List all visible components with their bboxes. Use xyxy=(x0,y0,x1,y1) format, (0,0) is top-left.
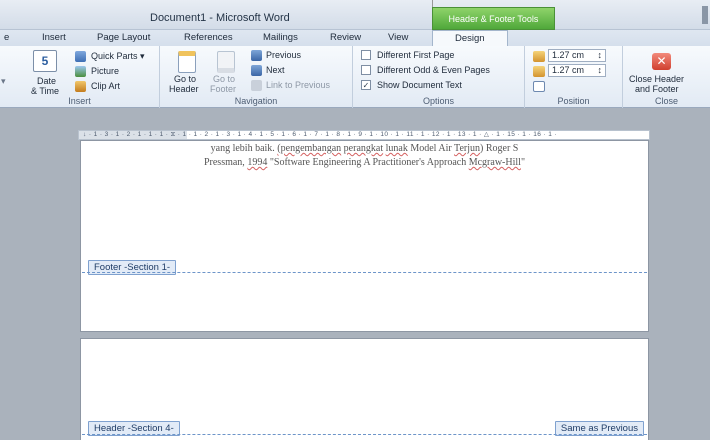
group-label-close: Close xyxy=(654,96,678,106)
group-close: ✕ Close Header and Footer Close xyxy=(623,46,710,108)
go-to-header-label-2[interactable]: Header xyxy=(169,84,199,94)
footer-position-icon xyxy=(533,66,545,77)
chevron-down-icon[interactable]: ▾ xyxy=(1,76,6,87)
close-header-footer-label-2[interactable]: and Footer xyxy=(635,84,679,94)
ruler-ticks: ↓ · 1 · 3 · 1 · 2 · 1 · 1 · 1 · ⧖ · 1 · … xyxy=(83,131,558,138)
group-navigation: Go to Header Go to Footer Previous Next … xyxy=(160,46,353,108)
header-from-top-value: 1.27 cm xyxy=(552,50,585,60)
clip-art-icon[interactable] xyxy=(75,81,86,92)
text-run: yang lebih baik. xyxy=(210,143,278,154)
quick-parts-icon[interactable] xyxy=(75,51,86,62)
tab-mailings[interactable]: Mailings xyxy=(263,32,298,43)
text-run: lunak xyxy=(385,143,408,154)
insert-alignment-tab-icon[interactable] xyxy=(533,81,545,92)
group-label-navigation: Navigation xyxy=(234,96,278,106)
tab-review[interactable]: Review xyxy=(330,32,361,43)
text-run: Mcgraw-Hill xyxy=(468,157,521,168)
go-to-footer-label-2: Footer xyxy=(210,84,237,94)
picture-button[interactable]: Picture xyxy=(91,66,119,76)
spin-arrows-icon[interactable]: ↕ xyxy=(598,65,603,76)
link-chain-icon xyxy=(251,80,262,91)
previous-section-icon[interactable] xyxy=(251,50,262,61)
go-to-header-icon[interactable] xyxy=(178,51,196,73)
group-label-insert: Insert xyxy=(68,96,91,106)
header-from-top-input[interactable]: 1.27 cm ↕ xyxy=(548,49,606,62)
clip-art-button[interactable]: Clip Art xyxy=(91,81,120,91)
previous-button[interactable]: Previous xyxy=(266,50,301,60)
group-position: 1.27 cm ↕ 1.27 cm ↕ Position xyxy=(525,46,623,108)
group-label-position: Position xyxy=(557,96,590,106)
text-run: Pressman, xyxy=(203,157,248,168)
different-first-page-checkbox[interactable] xyxy=(361,50,371,60)
next-section-icon[interactable] xyxy=(251,65,262,76)
ribbon-tabs: e Insert Page Layout References Mailings… xyxy=(0,30,710,47)
text-run: Model Air xyxy=(407,143,455,154)
contextual-tab-header-footer-tools: Header & Footer Tools xyxy=(432,7,555,30)
tab-references[interactable]: References xyxy=(184,32,233,43)
header-boundary xyxy=(82,434,647,435)
group-options: Different First Page Different Odd & Eve… xyxy=(353,46,525,108)
different-first-page-label[interactable]: Different First Page xyxy=(377,50,454,60)
tab-page-layout[interactable]: Page Layout xyxy=(97,32,150,43)
show-document-text-checkbox[interactable]: ✓ xyxy=(361,80,371,90)
text-run: "Software Engineering A Practitioner's A… xyxy=(267,157,469,168)
close-header-footer-label-1[interactable]: Close Header xyxy=(629,74,684,84)
header-position-icon xyxy=(533,51,545,62)
footer-from-bottom-input[interactable]: 1.27 cm ↕ xyxy=(548,64,606,77)
date-time-label-2[interactable]: & Time xyxy=(31,86,59,96)
text-run: " xyxy=(520,157,526,168)
text-run: ) Roger S xyxy=(480,143,519,154)
tab-home[interactable]: e xyxy=(4,32,9,43)
horizontal-ruler[interactable]: ↓ · 1 · 3 · 1 · 2 · 1 · 1 · 1 · ⧖ · 1 · … xyxy=(78,130,650,140)
text-run: 1994 xyxy=(247,157,268,168)
ribbon: ▾ 5 Date & Time Quick Parts ▾ Picture Cl… xyxy=(0,46,710,108)
footer-edit-area[interactable] xyxy=(82,273,647,331)
window-control-edge[interactable] xyxy=(702,6,708,24)
page[interactable]: Header -Section 4- Same as Previous xyxy=(80,338,649,440)
different-odd-even-label[interactable]: Different Odd & Even Pages xyxy=(377,65,490,75)
footer-from-bottom-value: 1.27 cm xyxy=(552,65,585,75)
text-run: Terjun xyxy=(454,143,481,154)
different-odd-even-checkbox[interactable] xyxy=(361,65,371,75)
tab-insert[interactable]: Insert xyxy=(42,32,66,43)
go-to-footer-icon xyxy=(217,51,235,73)
close-icon[interactable]: ✕ xyxy=(652,53,671,70)
title-separator xyxy=(432,0,433,7)
picture-icon[interactable] xyxy=(75,66,86,77)
group-label-options: Options xyxy=(422,96,455,106)
spin-arrows-icon[interactable]: ↕ xyxy=(598,50,603,61)
title-bar: Document1 - Microsoft Word Header & Foot… xyxy=(0,0,710,30)
header-edit-area[interactable] xyxy=(82,339,647,418)
group-insert: ▾ 5 Date & Time Quick Parts ▾ Picture Cl… xyxy=(0,46,160,108)
quick-parts-button[interactable]: Quick Parts ▾ xyxy=(91,51,145,62)
document-text-line-1[interactable]: yang lebih baik. (pengembangan perangkat… xyxy=(81,143,648,154)
document-text-line-2[interactable]: Pressman, 1994 "Software Engineering A P… xyxy=(81,157,648,168)
go-to-footer-label-1: Go to xyxy=(213,74,236,84)
date-time-label-1[interactable]: Date xyxy=(37,76,56,86)
tab-view[interactable]: View xyxy=(388,32,408,43)
window-title: Document1 - Microsoft Word xyxy=(150,12,290,24)
text-run: perangkat xyxy=(343,143,384,154)
text-run: (pengembangan xyxy=(277,143,342,154)
go-to-header-label-1[interactable]: Go to xyxy=(174,74,196,84)
page[interactable]: yang lebih baik. (pengembangan perangkat… xyxy=(80,140,649,332)
calendar-clock-icon[interactable]: 5 xyxy=(33,50,57,72)
tab-design[interactable]: Design xyxy=(432,30,508,47)
next-button[interactable]: Next xyxy=(266,65,285,75)
show-document-text-label[interactable]: Show Document Text xyxy=(377,80,462,90)
link-to-previous-button: Link to Previous xyxy=(266,80,331,90)
